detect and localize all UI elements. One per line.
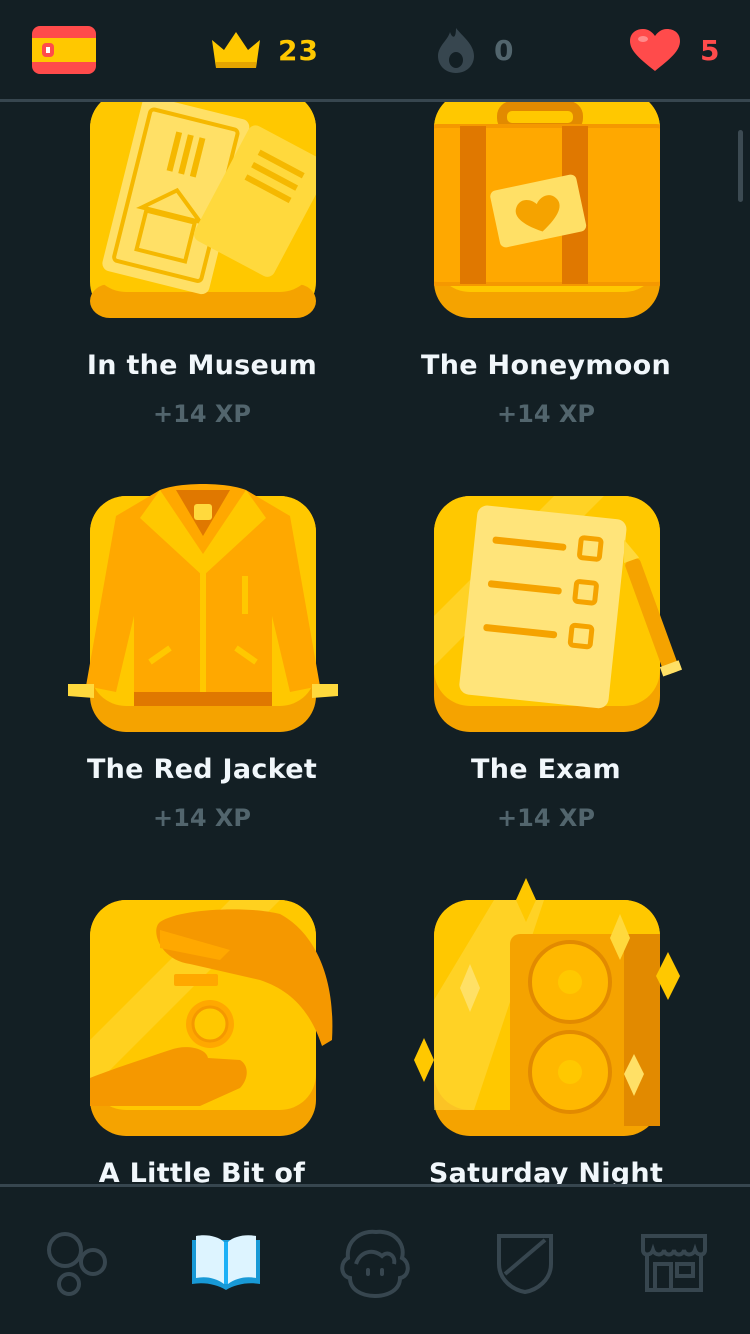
stories-list: In the Museum +14 XP The Honeymoon +14 X… xyxy=(0,102,750,1184)
learn-tab[interactable] xyxy=(38,1225,114,1301)
book-icon xyxy=(192,1235,260,1290)
museum-tickets-icon xyxy=(90,102,316,318)
streak-count: 0 xyxy=(494,33,515,67)
story-title: The Exam xyxy=(471,754,621,785)
spain-flag-icon[interactable] xyxy=(32,26,96,74)
shop-icon xyxy=(641,1234,707,1292)
crowns-counter[interactable]: 23 xyxy=(208,26,319,74)
story-title: Saturday Night xyxy=(428,1158,664,1184)
speaker-icon xyxy=(414,878,680,1136)
streak-counter[interactable]: 0 xyxy=(434,26,514,74)
crowns-count: 23 xyxy=(278,33,319,67)
avatar-icon xyxy=(340,1229,410,1298)
shop-tab[interactable] xyxy=(636,1225,712,1301)
story-title: A Little Bit of Money xyxy=(98,1158,306,1184)
money-hands-icon xyxy=(90,900,333,1136)
hearts-counter[interactable]: 5 xyxy=(628,26,720,74)
flame-icon xyxy=(438,28,474,73)
profile-tab[interactable] xyxy=(337,1225,413,1301)
scrollbar[interactable] xyxy=(738,130,743,202)
story-title: The Honeymoon xyxy=(421,350,671,381)
crown-icon xyxy=(212,32,260,68)
exam-paper-icon xyxy=(434,496,683,732)
story-xp: +14 XP xyxy=(497,400,595,428)
heart-icon xyxy=(630,29,680,71)
story-xp: +14 XP xyxy=(153,804,251,832)
stories-tab[interactable] xyxy=(188,1225,264,1301)
bubbles-icon xyxy=(47,1232,107,1296)
suitcase-icon xyxy=(434,102,660,318)
story-title: The Red Jacket xyxy=(86,754,318,785)
hearts-count: 5 xyxy=(700,33,721,67)
story-xp: +14 XP xyxy=(497,804,595,832)
shield-icon xyxy=(497,1234,553,1294)
bottom-navigation xyxy=(0,1184,750,1334)
leagues-tab[interactable] xyxy=(487,1225,563,1301)
story-title: In the Museum xyxy=(86,350,318,381)
story-xp: +14 XP xyxy=(153,400,251,428)
jacket-icon xyxy=(68,484,338,732)
top-stats-bar: 23 0 5 xyxy=(0,0,750,102)
